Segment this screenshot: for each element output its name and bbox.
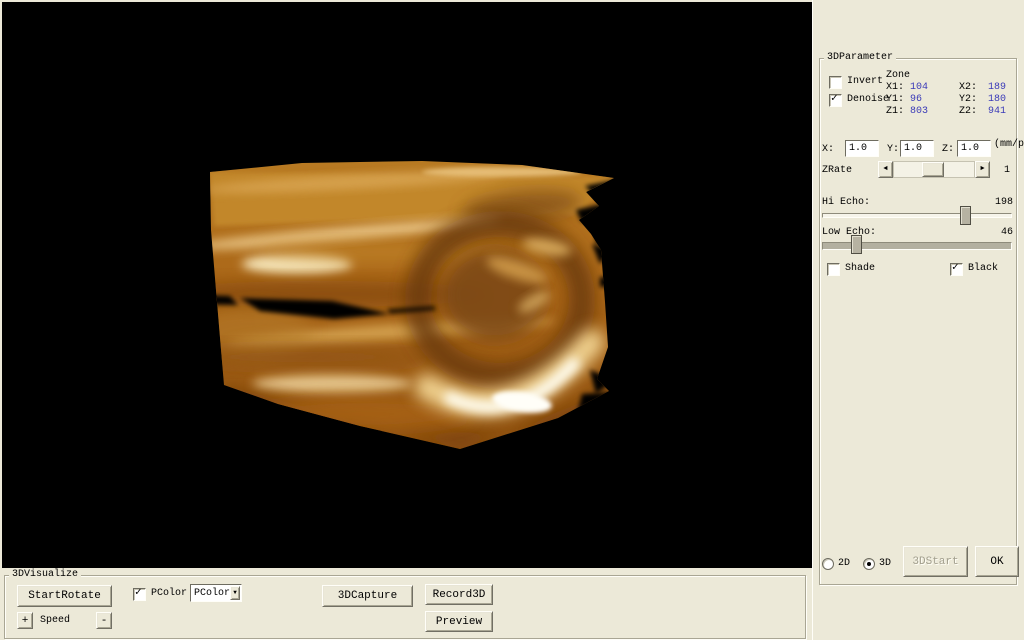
preview-button[interactable]: Preview [425, 611, 493, 632]
checkmark-icon: ✓ [135, 587, 142, 600]
zone-z2-label: Z2: [959, 106, 977, 118]
pcolor-dropdown[interactable]: PColor ▼ [190, 584, 242, 602]
zone-x1-label: X1: [886, 82, 904, 94]
scale-unit-label: (mm/p) [994, 139, 1024, 151]
zone-y2-value: 180 [988, 94, 1006, 106]
checkmark-icon: ✓ [831, 93, 838, 106]
mode-3d-label: 3D [879, 558, 891, 570]
visualize-groupbox-title: 3DVisualize [9, 569, 81, 580]
pcolor-dropdown-value: PColor [191, 588, 230, 599]
scale-z-input[interactable] [957, 140, 991, 157]
scale-z-label: Z: [942, 144, 954, 156]
low-echo-value: 46 [1001, 227, 1013, 239]
zone-y1-label: Y1: [886, 94, 904, 106]
pcolor-checkbox[interactable]: ✓ [133, 588, 146, 601]
zone-x1-value: 104 [910, 82, 928, 94]
speed-label: Speed [40, 615, 70, 627]
zone-z1-label: Z1: [886, 106, 904, 118]
denoise-checkbox[interactable]: ✓ [829, 94, 842, 107]
dropdown-arrow-icon[interactable]: ▼ [230, 586, 240, 600]
volume-render-3d [2, 2, 812, 568]
start-rotate-button[interactable]: StartRotate [17, 585, 112, 607]
scroll-right-glyph: ► [980, 166, 984, 173]
zone-y1-value: 96 [910, 94, 922, 106]
invert-checkbox[interactable]: ✓ [829, 76, 842, 89]
zone-label: Zone [886, 70, 910, 82]
zrate-scrollbar-thumb[interactable] [922, 162, 944, 177]
3dstart-button[interactable]: 3DStart [903, 546, 968, 577]
hi-echo-slider-track[interactable] [822, 213, 1012, 218]
parameter-sidebar: 3DParameter ✓ Invert ✓ Denoise Zone X1: … [812, 0, 1024, 640]
black-label: Black [968, 263, 998, 275]
speed-minus-button[interactable]: - [96, 612, 112, 629]
3dcapture-button[interactable]: 3DCapture [322, 585, 413, 607]
application-window: 3DParameter ✓ Invert ✓ Denoise Zone X1: … [0, 0, 1024, 640]
scale-y-input[interactable] [900, 140, 934, 157]
invert-label: Invert [847, 76, 883, 88]
zone-x2-label: X2: [959, 82, 977, 94]
scale-x-input[interactable] [845, 140, 879, 157]
scroll-left-arrow-icon[interactable]: ◄ [878, 161, 893, 178]
render-viewport[interactable] [2, 2, 812, 568]
zone-z1-value: 803 [910, 106, 928, 118]
zone-z2-value: 941 [988, 106, 1006, 118]
speed-plus-button[interactable]: + [17, 612, 33, 629]
zrate-label: ZRate [822, 165, 852, 177]
scale-x-label: X: [822, 144, 834, 156]
scale-y-label: Y: [887, 144, 899, 156]
denoise-label: Denoise [847, 94, 889, 106]
zone-x2-value: 189 [988, 82, 1006, 94]
hi-echo-slider-thumb[interactable] [960, 206, 971, 225]
radio-dot [867, 562, 871, 566]
parameter-groupbox: 3DParameter ✓ Invert ✓ Denoise Zone X1: … [819, 58, 1017, 585]
zrate-value: 1 [1004, 165, 1010, 177]
low-echo-slider-thumb[interactable] [851, 235, 862, 254]
low-echo-slider-track[interactable] [822, 242, 1012, 250]
mode-2d-radio[interactable] [822, 558, 834, 570]
shade-checkbox[interactable]: ✓ [827, 263, 840, 276]
low-echo-label: Low Echo: [822, 227, 876, 239]
mode-3d-radio[interactable] [863, 558, 875, 570]
visualize-toolbar: 3DVisualize StartRotate + Speed - ✓ PCol… [0, 568, 812, 640]
hi-echo-label: Hi Echo: [822, 197, 870, 209]
record3d-button[interactable]: Record3D [425, 584, 493, 605]
pcolor-label: PColor [151, 588, 187, 600]
scroll-right-arrow-icon[interactable]: ► [975, 161, 990, 178]
black-checkbox[interactable]: ✓ [950, 263, 963, 276]
scroll-left-glyph: ◄ [883, 166, 887, 173]
zone-y2-label: Y2: [959, 94, 977, 106]
shade-label: Shade [845, 263, 875, 275]
dropdown-arrow-glyph: ▼ [233, 590, 237, 596]
zrate-scrollbar[interactable]: ◄ ► [878, 161, 990, 178]
zrate-scrollbar-track[interactable] [893, 161, 975, 178]
mode-2d-label: 2D [838, 558, 850, 570]
parameter-groupbox-title: 3DParameter [824, 52, 896, 63]
ok-button[interactable]: OK [975, 546, 1019, 577]
checkmark-icon: ✓ [952, 262, 959, 275]
hi-echo-value: 198 [995, 197, 1013, 209]
